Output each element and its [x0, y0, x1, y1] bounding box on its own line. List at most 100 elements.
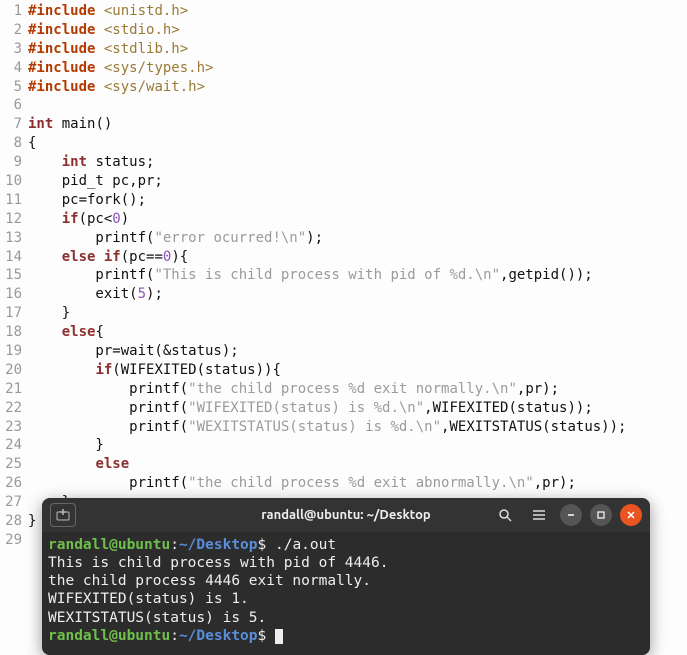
code-content[interactable]: #include <sys/wait.h>: [28, 78, 687, 97]
code-content[interactable]: pr=wait(&status);: [28, 342, 687, 361]
code-line[interactable]: 6: [0, 96, 687, 115]
maximize-icon: [596, 510, 606, 520]
code-content[interactable]: printf("the child process %d exit normal…: [28, 380, 687, 399]
code-content[interactable]: if(WIFEXITED(status)){: [28, 361, 687, 380]
code-content[interactable]: pc=fork();: [28, 191, 687, 210]
line-number: 4: [0, 59, 28, 78]
code-line[interactable]: 11 pc=fork();: [0, 191, 687, 210]
code-content[interactable]: }: [28, 304, 687, 323]
code-content[interactable]: printf("WEXITSTATUS(status) is %d.\n",WE…: [28, 418, 687, 437]
line-number: 27: [0, 493, 28, 512]
line-number: 8: [0, 134, 28, 153]
code-editor[interactable]: 1#include <unistd.h>2#include <stdio.h>3…: [0, 0, 687, 552]
search-button[interactable]: [492, 502, 518, 528]
code-line[interactable]: 4#include <sys/types.h>: [0, 59, 687, 78]
code-line[interactable]: 18 else{: [0, 323, 687, 342]
terminal-title: randall@ubuntu: ~/Desktop: [42, 508, 650, 522]
code-line[interactable]: 10 pid_t pc,pr;: [0, 172, 687, 191]
code-content[interactable]: }: [28, 436, 687, 455]
line-number: 12: [0, 210, 28, 229]
minimize-button[interactable]: [560, 504, 582, 526]
code-content[interactable]: printf("error ocurred!\n");: [28, 229, 687, 248]
code-content[interactable]: #include <stdlib.h>: [28, 40, 687, 59]
code-line[interactable]: 16 exit(5);: [0, 285, 687, 304]
cursor: [275, 629, 283, 644]
line-number: 10: [0, 172, 28, 191]
line-number: 1: [0, 2, 28, 21]
code-line[interactable]: 20 if(WIFEXITED(status)){: [0, 361, 687, 380]
code-line[interactable]: 2#include <stdio.h>: [0, 21, 687, 40]
line-number: 7: [0, 115, 28, 134]
prompt-dollar: $: [258, 537, 267, 553]
line-number: 21: [0, 380, 28, 399]
code-content[interactable]: pid_t pc,pr;: [28, 172, 687, 191]
line-number: 26: [0, 474, 28, 493]
prompt-dollar: $: [258, 628, 267, 644]
line-number: 13: [0, 229, 28, 248]
code-content[interactable]: printf("This is child process with pid o…: [28, 266, 687, 285]
line-number: 20: [0, 361, 28, 380]
code-content[interactable]: else if(pc==0){: [28, 248, 687, 267]
terminal-line: randall@ubuntu:~/Desktop$: [48, 627, 644, 645]
code-line[interactable]: 5#include <sys/wait.h>: [0, 78, 687, 97]
code-content[interactable]: #include <unistd.h>: [28, 2, 687, 21]
code-line[interactable]: 24 }: [0, 436, 687, 455]
code-line[interactable]: 1#include <unistd.h>: [0, 2, 687, 21]
code-content[interactable]: printf("the child process %d exit abnorm…: [28, 474, 687, 493]
code-content[interactable]: [28, 96, 687, 115]
code-content[interactable]: int status;: [28, 153, 687, 172]
code-content[interactable]: if(pc<0): [28, 210, 687, 229]
line-number: 29: [0, 531, 28, 550]
code-line[interactable]: 22 printf("WIFEXITED(status) is %d.\n",W…: [0, 399, 687, 418]
code-content[interactable]: else{: [28, 323, 687, 342]
close-button[interactable]: [620, 504, 642, 526]
line-number: 24: [0, 436, 28, 455]
code-line[interactable]: 23 printf("WEXITSTATUS(status) is %d.\n"…: [0, 418, 687, 437]
line-number: 9: [0, 153, 28, 172]
search-icon: [498, 508, 512, 522]
terminal-output: This is child process with pid of 4446.: [48, 554, 644, 572]
prompt-path: ~/Desktop: [179, 628, 258, 644]
prompt-path: ~/Desktop: [179, 537, 258, 553]
code-line[interactable]: 26 printf("the child process %d exit abn…: [0, 474, 687, 493]
code-content[interactable]: #include <stdio.h>: [28, 21, 687, 40]
code-line[interactable]: 3#include <stdlib.h>: [0, 40, 687, 59]
line-number: 22: [0, 399, 28, 418]
minimize-icon: [566, 510, 576, 520]
code-line[interactable]: 15 printf("This is child process with pi…: [0, 266, 687, 285]
line-number: 5: [0, 78, 28, 97]
terminal-titlebar: randall@ubuntu: ~/Desktop: [42, 498, 650, 532]
line-number: 16: [0, 285, 28, 304]
line-number: 28: [0, 512, 28, 531]
code-line[interactable]: 19 pr=wait(&status);: [0, 342, 687, 361]
menu-button[interactable]: [526, 502, 552, 528]
line-number: 23: [0, 418, 28, 437]
code-line[interactable]: 17 }: [0, 304, 687, 323]
code-content[interactable]: #include <sys/types.h>: [28, 59, 687, 78]
code-line[interactable]: 14 else if(pc==0){: [0, 248, 687, 267]
line-number: 6: [0, 96, 28, 115]
terminal-output: WIFEXITED(status) is 1.: [48, 590, 644, 608]
line-number: 11: [0, 191, 28, 210]
code-line[interactable]: 25 else: [0, 455, 687, 474]
maximize-button[interactable]: [590, 504, 612, 526]
code-content[interactable]: int main(): [28, 115, 687, 134]
close-icon: [626, 510, 636, 520]
line-number: 19: [0, 342, 28, 361]
new-tab-icon: [56, 509, 70, 521]
new-tab-button[interactable]: [50, 503, 76, 527]
code-line[interactable]: 7int main(): [0, 115, 687, 134]
code-content[interactable]: else: [28, 455, 687, 474]
code-content[interactable]: exit(5);: [28, 285, 687, 304]
code-line[interactable]: 9 int status;: [0, 153, 687, 172]
terminal-body[interactable]: randall@ubuntu:~/Desktop$ ./a.out This i…: [42, 532, 650, 655]
code-content[interactable]: printf("WIFEXITED(status) is %d.\n",WIFE…: [28, 399, 687, 418]
line-number: 2: [0, 21, 28, 40]
code-line[interactable]: 12 if(pc<0): [0, 210, 687, 229]
code-line[interactable]: 13 printf("error ocurred!\n");: [0, 229, 687, 248]
code-content[interactable]: {: [28, 134, 687, 153]
code-line[interactable]: 8{: [0, 134, 687, 153]
code-line[interactable]: 21 printf("the child process %d exit nor…: [0, 380, 687, 399]
terminal-output: WEXITSTATUS(status) is 5.: [48, 609, 644, 627]
line-number: 17: [0, 304, 28, 323]
